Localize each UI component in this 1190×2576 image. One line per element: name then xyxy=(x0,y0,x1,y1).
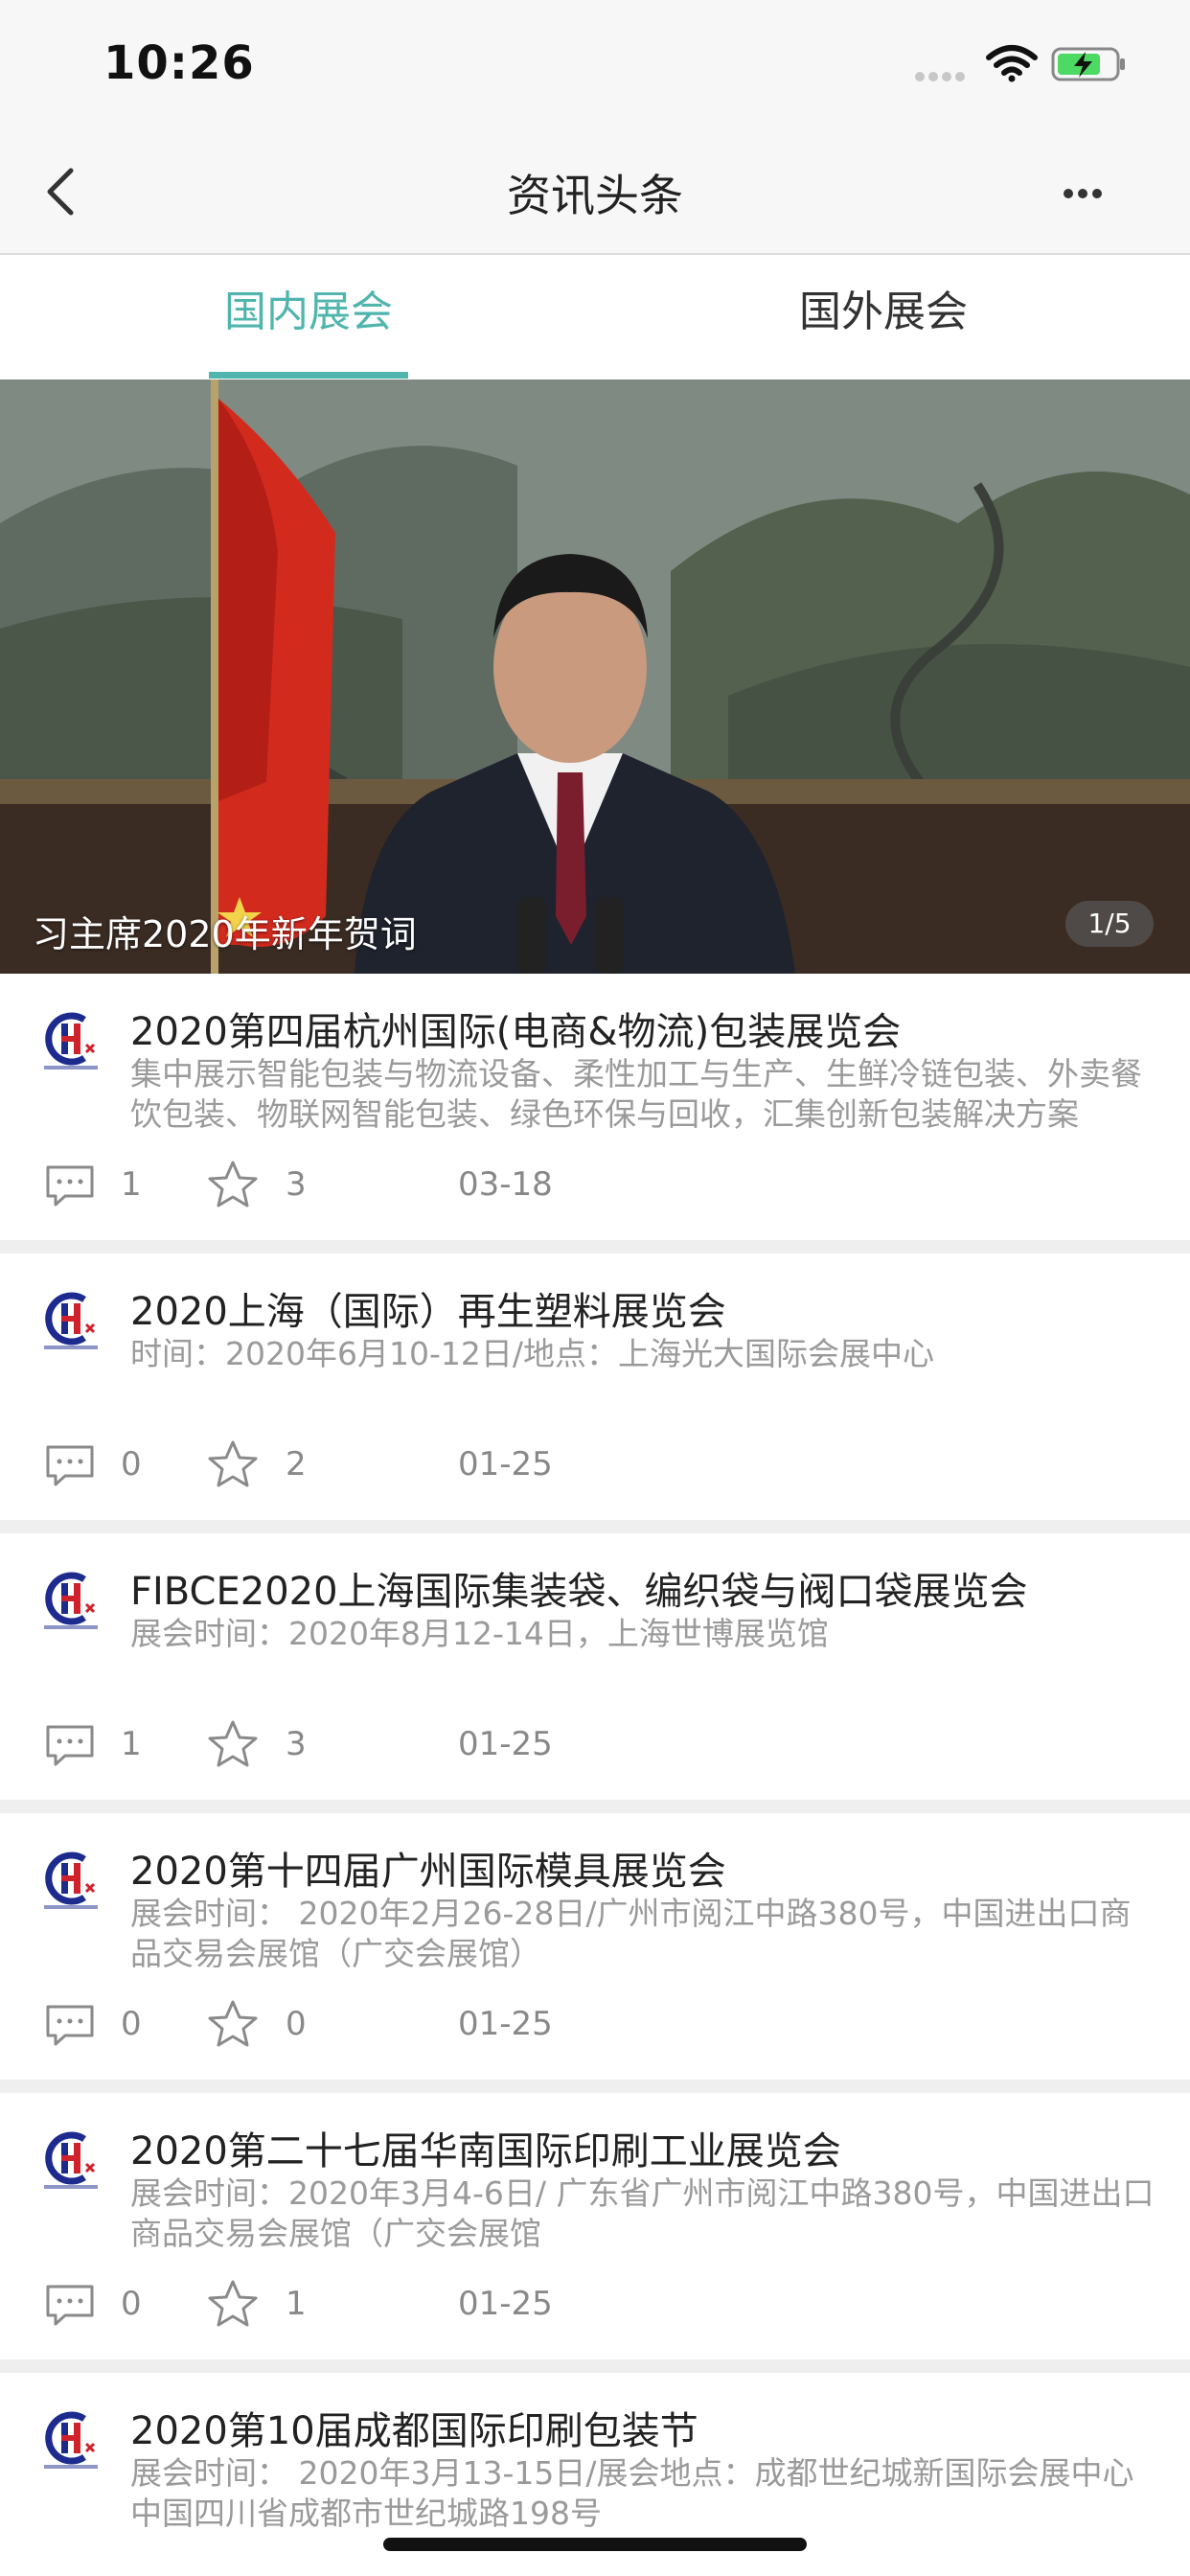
exhibition-logo-icon xyxy=(44,2411,98,2469)
banner-caption: 习主席2020年新年贺词 xyxy=(33,913,417,955)
news-description: 时间：2020年6月10-12日/地点：上海光大国际会展中心 xyxy=(130,1335,934,1372)
news-description: 展会时间： 2020年3月13-15日/展会地点：成都世纪城新国际会展中心 中国… xyxy=(130,2454,1134,2532)
comment-count: 0 xyxy=(121,2285,142,2323)
news-title: FIBCE2020上海国际集装袋、编织袋与阀口袋展览会 xyxy=(130,1570,1028,1614)
active-tab-indicator xyxy=(209,372,408,379)
comment-icon[interactable] xyxy=(44,1443,96,1487)
exhibition-logo-icon xyxy=(44,1292,98,1349)
tab-domestic-exhibitions[interactable]: 国内展会 xyxy=(209,255,408,380)
news-meta: 0 2 01-25 xyxy=(44,1438,1146,1491)
news-description: 展会时间：2020年8月12-14日，上海世博展览馆 xyxy=(130,1615,829,1652)
star-icon[interactable] xyxy=(207,2279,259,2329)
exhibition-logo-icon xyxy=(44,1572,98,1629)
comment-count: 0 xyxy=(121,1445,142,1484)
news-meta: 0 1 01-25 xyxy=(44,2277,1146,2331)
exhibition-logo-icon xyxy=(44,1012,98,1070)
star-icon[interactable] xyxy=(207,1999,259,2049)
star-count: 3 xyxy=(286,1165,307,1204)
news-title: 2020上海（国际）再生塑料展览会 xyxy=(130,1290,726,1334)
star-icon[interactable] xyxy=(207,1439,259,1489)
page-title: 资讯头条 xyxy=(507,170,683,221)
star-count: 2 xyxy=(286,1445,307,1484)
news-item[interactable]: 2020第二十七届华南国际印刷工业展览会 展会时间：2020年3月4-6日/ 广… xyxy=(0,2093,1190,2359)
news-item[interactable]: 2020第十四届广州国际模具展览会 展会时间： 2020年2月26-28日/广州… xyxy=(0,1813,1190,2080)
nav-bar: 资讯头条 xyxy=(0,126,1190,255)
star-icon[interactable] xyxy=(207,1719,259,1769)
news-description: 集中展示智能包装与物流设备、柔性加工与生产、生鲜冷链包装、外卖餐饮包装、物联网智… xyxy=(130,1055,1142,1133)
banner-carousel[interactable]: 习主席2020年新年贺词 1/5 xyxy=(0,380,1190,974)
banner-page-indicator: 1/5 xyxy=(1065,901,1154,947)
star-count: 3 xyxy=(286,1725,307,1763)
comment-count: 1 xyxy=(121,1165,142,1204)
news-item[interactable]: 2020上海（国际）再生塑料展览会 时间：2020年6月10-12日/地点：上海… xyxy=(0,1254,1190,1520)
tab-bar: 国内展会 国外展会 xyxy=(0,255,1190,380)
news-date: 01-25 xyxy=(458,2285,553,2323)
cellular-signal-icon xyxy=(915,67,973,81)
comment-icon[interactable] xyxy=(44,2283,96,2327)
star-icon[interactable] xyxy=(207,1160,259,1209)
home-indicator[interactable] xyxy=(383,2538,807,2551)
news-date: 01-25 xyxy=(458,1445,553,1484)
news-date: 01-25 xyxy=(458,2005,553,2043)
news-item[interactable]: 2020第四届杭州国际(电商&物流)包装展览会 集中展示智能包装与物流设备、柔性… xyxy=(0,974,1190,1240)
star-count: 1 xyxy=(286,2285,307,2323)
app-screen: 10:26 资讯头条 国内展会 国外展会 习主席2020年新年贺词 1/5 20… xyxy=(0,0,1190,2576)
news-description: 展会时间： 2020年2月26-28日/广州市阅江中路380号，中国进出口商品交… xyxy=(130,1895,1132,1972)
news-date: 03-18 xyxy=(458,1165,553,1204)
news-title: 2020第四届杭州国际(电商&物流)包装展览会 xyxy=(130,1010,902,1054)
wifi-icon xyxy=(986,45,1038,82)
comment-count: 0 xyxy=(121,2005,142,2043)
comment-count: 1 xyxy=(121,1725,142,1763)
tab-foreign-exhibitions[interactable]: 国外展会 xyxy=(784,255,983,380)
more-options-icon[interactable] xyxy=(1064,184,1111,199)
banner-image xyxy=(0,380,1190,974)
news-title: 2020第十四届广州国际模具展览会 xyxy=(130,1850,726,1894)
news-meta: 0 0 01-25 xyxy=(44,1997,1146,2051)
battery-icon xyxy=(1051,47,1125,81)
news-date: 01-25 xyxy=(458,1725,553,1763)
news-title: 2020第二十七届华南国际印刷工业展览会 xyxy=(130,2129,841,2174)
comment-icon[interactable] xyxy=(44,1163,96,1208)
exhibition-logo-icon xyxy=(44,2131,98,2189)
star-count: 0 xyxy=(286,2005,307,2043)
news-meta: 1 3 01-25 xyxy=(44,1717,1146,1771)
status-bar: 10:26 xyxy=(0,0,1190,126)
news-meta: 1 3 03-18 xyxy=(44,1158,1146,1211)
news-item[interactable]: FIBCE2020上海国际集装袋、编织袋与阀口袋展览会 展会时间：2020年8月… xyxy=(0,1533,1190,1800)
news-list: 2020第四届杭州国际(电商&物流)包装展览会 集中展示智能包装与物流设备、柔性… xyxy=(0,974,1190,2576)
status-time: 10:26 xyxy=(103,36,255,90)
exhibition-logo-icon xyxy=(44,1852,98,1909)
news-description: 展会时间：2020年3月4-6日/ 广东省广州市阅江中路380号，中国进出口商品… xyxy=(130,2174,1155,2252)
news-title: 2020第10届成都国际印刷包装节 xyxy=(130,2409,698,2453)
comment-icon[interactable] xyxy=(44,1723,96,1767)
comment-icon[interactable] xyxy=(44,2003,96,2047)
